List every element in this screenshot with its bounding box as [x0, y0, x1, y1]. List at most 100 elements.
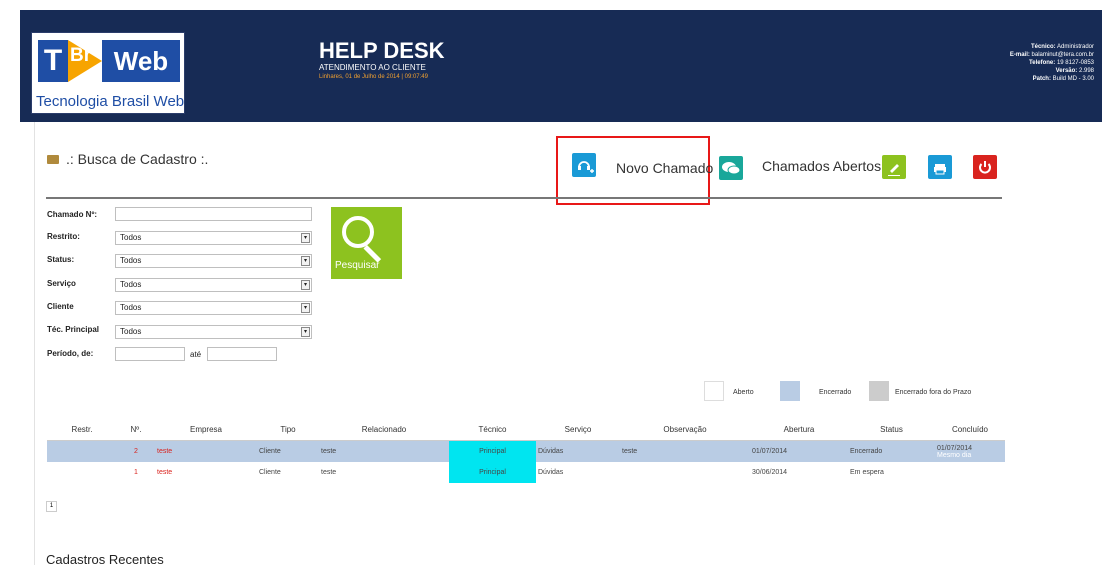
tec-principal-label: Téc. Principal	[47, 325, 100, 334]
col-header[interactable]: Concluído	[935, 418, 1005, 441]
cell-abertura: 01/07/2014	[750, 440, 848, 462]
tec-principal-select[interactable]: Todos ▾	[115, 325, 312, 339]
app-title: HELP DESK	[319, 38, 445, 63]
cliente-label: Cliente	[47, 302, 74, 311]
user-info: Técnico: Administrador E-mail: balaminut…	[1010, 43, 1094, 83]
concluido-date: 01/07/2014	[937, 444, 973, 452]
col-header[interactable]: Empresa	[155, 418, 257, 441]
chamados-abertos-button[interactable]: Chamados Abertos	[762, 158, 881, 174]
logo-subtitle: Tecnologia Brasil Web	[36, 93, 185, 110]
pesquisar-label: Pesquisar	[335, 260, 380, 271]
logo-t-block: T	[38, 40, 68, 82]
header-bar: T Br Web Tecnologia Brasil Web HELP DESK…	[20, 10, 1102, 122]
col-header[interactable]: Serviço	[536, 418, 620, 441]
cell-empresa[interactable]: teste	[155, 440, 257, 462]
chat-icon[interactable]	[719, 156, 743, 180]
headset-icon[interactable]	[572, 153, 596, 177]
cell-servico: Dúvidas	[536, 440, 620, 462]
restrito-label: Restrito:	[47, 232, 80, 241]
col-header[interactable]: Status	[848, 418, 935, 441]
restrito-value: Todos	[120, 233, 142, 242]
power-icon[interactable]	[973, 155, 997, 179]
col-header[interactable]: Tipo	[257, 418, 319, 441]
page-title: .: Busca de Cadastro :.	[66, 151, 209, 167]
col-header[interactable]: Nº.	[117, 418, 155, 441]
table-header-row: Restr. Nº. Empresa Tipo Relacionado Técn…	[47, 418, 1005, 441]
chevron-down-icon[interactable]: ▾	[301, 303, 310, 313]
app-subtitle: ATENDIMENTO AO CLIENTE	[319, 63, 426, 72]
col-header[interactable]: Relacionado	[319, 418, 449, 441]
legend-label-aberto: Aberto	[733, 389, 754, 396]
cell-servico: Dúvidas	[538, 469, 564, 476]
legend-label-encerrado: Encerrado	[819, 389, 852, 396]
cell-tipo: Cliente	[259, 469, 281, 476]
pesquisar-button[interactable]: Pesquisar	[331, 207, 402, 279]
cell-restr	[47, 440, 117, 462]
tec-principal-value: Todos	[120, 327, 142, 336]
results-table: Restr. Nº. Empresa Tipo Relacionado Técn…	[47, 418, 1005, 483]
concluido-note: Mesmo dia	[937, 451, 972, 459]
cell-observacao: teste	[620, 440, 750, 462]
info-email: E-mail: balaminut@tera.com.br	[1009, 52, 1094, 58]
chevron-down-icon[interactable]: ▾	[301, 233, 310, 243]
cell-tipo: Cliente	[257, 440, 319, 462]
cliente-value: Todos	[120, 303, 142, 312]
info-telefone: Telefone: 19 8127-0853	[1029, 60, 1094, 66]
col-header[interactable]: Abertura	[750, 418, 848, 441]
toolbar-divider	[46, 197, 1002, 199]
info-patch: Patch: Build MD - 3.00	[1032, 76, 1094, 82]
servico-select[interactable]: Todos ▾	[115, 278, 312, 292]
cell-tecnico: Principal	[449, 462, 536, 483]
status-select[interactable]: Todos ▾	[115, 254, 312, 268]
cell-concluido	[935, 462, 1005, 483]
cliente-select[interactable]: Todos ▾	[115, 301, 312, 315]
cell-concluido: 01/07/2014 Mesmo dia	[935, 440, 1005, 462]
print-icon[interactable]	[928, 155, 952, 179]
chevron-down-icon[interactable]: ▾	[301, 327, 310, 337]
info-tecnico: Técnico: Administrador	[1030, 44, 1094, 50]
company-logo[interactable]: T Br Web Tecnologia Brasil Web	[31, 32, 185, 114]
cell-observacao	[620, 462, 750, 483]
legend-swatch-aberto	[704, 381, 724, 401]
cell-restr	[47, 462, 117, 483]
cell-abertura: 30/06/2014	[752, 469, 788, 476]
servico-label: Serviço	[47, 279, 76, 288]
table-row[interactable]: 1 teste Cliente teste Principal Dúvidas …	[47, 462, 1005, 483]
cell-empresa[interactable]: teste	[155, 462, 257, 483]
chevron-down-icon[interactable]: ▾	[301, 280, 310, 290]
status-label: Status:	[47, 255, 75, 264]
novo-chamado-button[interactable]: Novo Chamado	[616, 160, 713, 176]
chamado-input[interactable]	[115, 207, 312, 221]
col-header[interactable]: Observação	[620, 418, 750, 441]
chevron-down-icon[interactable]: ▾	[301, 256, 310, 266]
periodo-label: Período, de:	[47, 349, 94, 358]
logo-br-text: Br	[70, 45, 92, 66]
status-value: Todos	[120, 256, 142, 265]
restrito-select[interactable]: Todos ▾	[115, 231, 312, 245]
legend-swatch-fora-prazo	[869, 381, 889, 401]
cell-status: Encerrado	[848, 440, 935, 462]
legend-swatch-encerrado	[780, 381, 800, 401]
info-versao: Versão: 2.998	[1055, 68, 1094, 74]
cell-relacionado: teste	[319, 440, 449, 462]
pager-page-1[interactable]: 1	[46, 501, 57, 512]
edit-icon[interactable]	[882, 155, 906, 179]
search-icon	[342, 216, 374, 248]
legend-label-fora-prazo: Encerrado fora do Prazo	[895, 389, 972, 396]
servico-value: Todos	[120, 280, 142, 289]
folder-icon	[47, 155, 59, 164]
col-header[interactable]: Restr.	[47, 418, 117, 441]
cell-tecnico: Principal	[449, 440, 536, 462]
header-datetime: Linhares, 01 de Julho de 2014 | 09:07:49	[319, 74, 428, 80]
periodo-de-input[interactable]	[115, 347, 185, 361]
cell-status: Em espera	[850, 469, 884, 476]
cell-num[interactable]: 2	[117, 440, 155, 462]
ate-label: até	[190, 350, 202, 359]
chamado-label: Chamado Nº:	[47, 210, 98, 219]
col-header[interactable]: Técnico	[449, 418, 536, 441]
cell-relacionado: teste	[321, 469, 337, 476]
periodo-ate-input[interactable]	[207, 347, 277, 361]
table-row[interactable]: 2 teste Cliente teste Principal Dúvidas …	[47, 440, 1005, 462]
cell-num[interactable]: 1	[117, 462, 155, 483]
logo-web-block: Web	[102, 40, 180, 82]
